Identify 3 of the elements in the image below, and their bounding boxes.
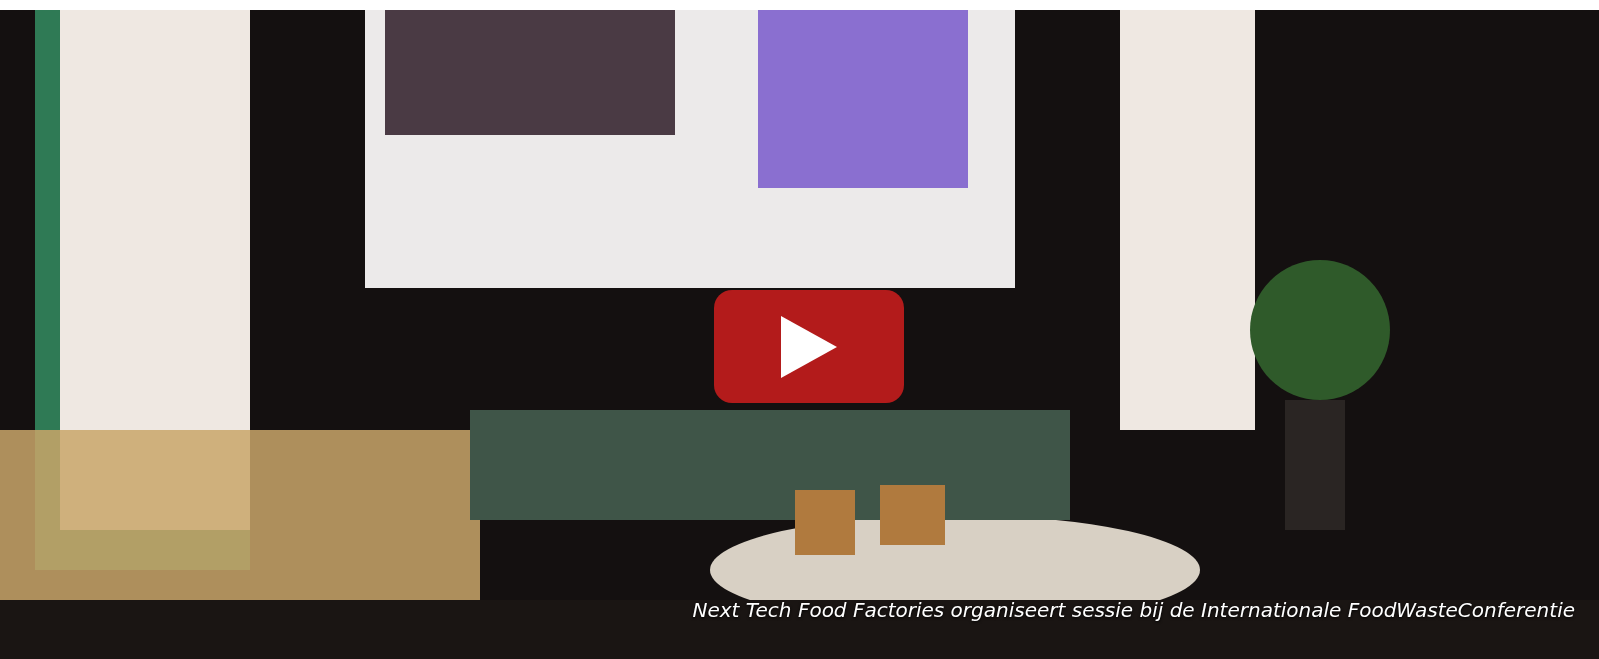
play-icon xyxy=(781,315,837,378)
video-caption: Next Tech Food Factories organiseert sessie bij de Internationale FoodWasteConferentie xyxy=(692,597,1575,624)
play-button[interactable] xyxy=(714,290,904,403)
